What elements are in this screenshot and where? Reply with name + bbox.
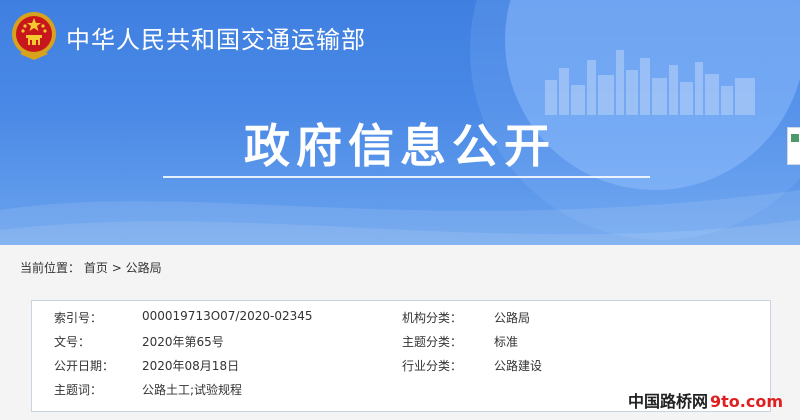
keyword-value: 公路土工;试验规程 xyxy=(142,383,243,397)
ministry-name[interactable]: 中华人民共和国交通运输部 xyxy=(66,20,366,55)
side-float-widget[interactable] xyxy=(787,127,800,165)
breadcrumb-current-link[interactable]: 公路局 xyxy=(126,261,162,275)
national-emblem-icon xyxy=(12,12,56,60)
industry-label: 行业分类： xyxy=(402,359,463,373)
breadcrumb-home-link[interactable]: 首页 xyxy=(84,261,108,275)
watermark-domain: 9to.com xyxy=(710,392,784,411)
watermark-site-name: 中国路桥网 xyxy=(628,392,709,411)
keyword-label: 主题词： xyxy=(54,383,103,397)
info-row: 公开日期： 2020年08月18日 行业分类： 公路建设 xyxy=(32,352,770,376)
header-banner: 中华人民共和国交通运输部 政府信息公开 xyxy=(0,0,800,245)
doc-no-label: 文号： xyxy=(54,335,91,349)
breadcrumb: 当前位置： 首页 > 公路局 xyxy=(20,259,162,276)
breadcrumb-separator: > xyxy=(111,261,122,275)
date-value: 2020年08月18日 xyxy=(142,359,240,373)
city-skyline-icon xyxy=(545,50,755,115)
banner-wave-decoration xyxy=(0,190,800,245)
industry-value: 公路建设 xyxy=(494,359,543,373)
topic-label: 主题分类： xyxy=(402,335,463,349)
breadcrumb-prefix: 当前位置： xyxy=(20,261,81,275)
org-label: 机构分类： xyxy=(402,311,463,325)
date-label: 公开日期： xyxy=(54,359,115,373)
info-row: 索引号： 000019713O07/2020-02345 机构分类： 公路局 xyxy=(32,304,770,328)
page-title: 政府信息公开 xyxy=(244,119,556,173)
org-value: 公路局 xyxy=(494,311,531,325)
widget-icon xyxy=(791,134,799,142)
index-value: 000019713O07/2020-02345 xyxy=(142,309,313,323)
site-watermark: 中国路桥网 9to.com xyxy=(628,388,783,412)
doc-no-value: 2020年第65号 xyxy=(142,335,224,349)
title-underline xyxy=(163,176,650,178)
topic-value: 标准 xyxy=(494,335,519,349)
info-row: 文号： 2020年第65号 主题分类： 标准 xyxy=(32,328,770,352)
index-label: 索引号： xyxy=(54,311,103,325)
